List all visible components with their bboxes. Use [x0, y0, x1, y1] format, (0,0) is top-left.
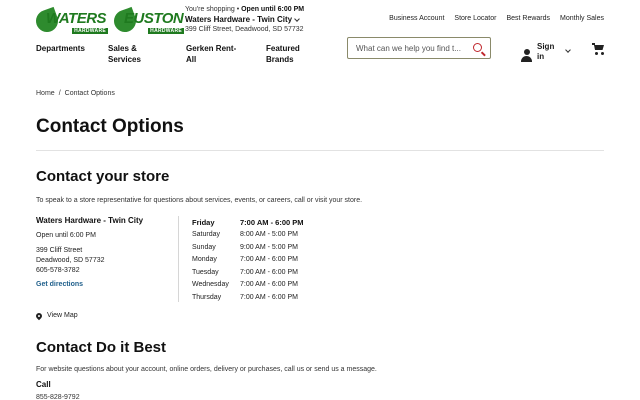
- store-name: Waters Hardware - Twin City: [185, 15, 293, 24]
- hours-time: 7:00 AM - 6:00 PM: [240, 281, 298, 289]
- hours-row: Wednesday 7:00 AM - 6:00 PM: [192, 279, 304, 292]
- logo-sub: HARDWARE: [72, 28, 108, 34]
- hours-day: Tuesday: [192, 268, 219, 276]
- sign-in-line2: in: [537, 52, 545, 61]
- breadcrumb: Home / Contact Options: [36, 90, 115, 97]
- logo-group[interactable]: WATERS HARDWARE EUSTON HARDWARE: [32, 6, 184, 36]
- dib-phone[interactable]: 855-828-9792: [36, 394, 80, 400]
- hours-row: Saturday 8:00 AM - 5:00 PM: [192, 229, 304, 242]
- contact-dib-intro: For website questions about your account…: [36, 366, 377, 373]
- contact-dib-heading: Contact Do it Best: [36, 339, 167, 356]
- hours-row: Sunday 9:00 AM - 5:00 PM: [192, 241, 304, 254]
- store-hours: Friday 7:00 AM - 6:00 PM Saturday 8:00 A…: [192, 216, 304, 304]
- hours-row: Thursday 7:00 AM - 6:00 PM: [192, 291, 304, 304]
- open-label: Open until 6:00 PM: [241, 6, 305, 13]
- nav-label: All: [186, 55, 197, 64]
- hours-day: Friday: [192, 217, 215, 227]
- search-box: [347, 37, 491, 59]
- page-title: Contact Options: [36, 116, 184, 137]
- hours-time: 9:00 AM - 5:00 PM: [240, 243, 298, 251]
- best-rewards-link[interactable]: Best Rewards: [506, 15, 550, 22]
- nav-label: Departments: [36, 44, 85, 53]
- breadcrumb-separator: /: [58, 90, 61, 97]
- hours-row: Monday 7:00 AM - 6:00 PM: [192, 254, 304, 267]
- main-nav: Departments Sales & Services Gerken Rent…: [36, 43, 336, 65]
- hours-table: Friday 7:00 AM - 6:00 PM Saturday 8:00 A…: [192, 216, 304, 304]
- hours-day: Monday: [192, 256, 217, 264]
- search-icon[interactable]: [473, 43, 482, 52]
- store-name-row[interactable]: Waters Hardware - Twin City: [185, 15, 304, 25]
- logo-sub: HARDWARE: [148, 28, 184, 34]
- hours-time: 7:00 AM - 6:00 PM: [240, 268, 298, 276]
- open-status: Open until 6:00 PM: [36, 232, 96, 239]
- logo-word: WATERS: [46, 10, 107, 27]
- store-selector[interactable]: You're shopping • Open until 6:00 PM Wat…: [185, 5, 304, 35]
- view-map-link[interactable]: View Map: [34, 311, 78, 320]
- sign-in-line1: Sign: [537, 42, 555, 51]
- store-address: 399 Cliff Street, Deadwood, SD 57732: [185, 26, 304, 33]
- contact-store-intro: To speak to a store representative for q…: [36, 197, 363, 204]
- hours-time: 8:00 AM - 5:00 PM: [240, 231, 298, 239]
- hours-day: Saturday: [192, 231, 221, 239]
- chevron-down-icon[interactable]: [294, 16, 300, 22]
- hours-time: 7:00 AM - 6:00 PM: [240, 256, 298, 264]
- nav-label: Featured: [266, 44, 300, 53]
- nav-featured-brands[interactable]: Featured Brands: [266, 43, 336, 65]
- shopping-label: You're shopping: [185, 6, 235, 13]
- chevron-down-icon[interactable]: [565, 47, 572, 53]
- nav-gerken-rent-all[interactable]: Gerken Rent- All: [186, 43, 266, 65]
- euston-hardware-logo[interactable]: EUSTON HARDWARE: [110, 6, 184, 36]
- map-pin-icon: [34, 311, 44, 320]
- hours-row-today: Friday 7:00 AM - 6:00 PM: [192, 216, 304, 229]
- store-name: Waters Hardware - Twin City: [36, 216, 144, 225]
- nav-departments[interactable]: Departments: [36, 43, 108, 65]
- store-street: 399 Cliff Street: [36, 247, 83, 254]
- nav-label: Sales &: [108, 44, 137, 53]
- sign-in-label: Sign in: [537, 42, 554, 62]
- store-status-row: You're shopping • Open until 6:00 PM: [185, 5, 304, 15]
- breadcrumb-home[interactable]: Home: [36, 90, 55, 97]
- hours-divider: [178, 216, 179, 302]
- utility-links: Business Account Store Locator Best Rewa…: [389, 15, 604, 22]
- store-locator-link[interactable]: Store Locator: [454, 15, 496, 22]
- hours-row: Tuesday 7:00 AM - 6:00 PM: [192, 266, 304, 279]
- cart-icon[interactable]: [592, 43, 604, 55]
- hours-time: 7:00 AM - 6:00 PM: [240, 217, 304, 227]
- logo-word: EUSTON: [124, 10, 184, 27]
- business-account-link[interactable]: Business Account: [389, 15, 444, 22]
- call-label: Call: [36, 380, 51, 389]
- store-details: Waters Hardware - Twin City Open until 6…: [36, 216, 143, 290]
- user-icon: [520, 48, 533, 62]
- nav-label: Services: [108, 55, 141, 64]
- store-phone[interactable]: 605-578-3782: [36, 266, 143, 276]
- hours-day: Wednesday: [192, 281, 229, 289]
- nav-label: Gerken Rent-: [186, 44, 237, 53]
- view-map-label: View Map: [47, 312, 78, 319]
- hours-day: Sunday: [192, 243, 216, 251]
- divider: [36, 150, 604, 151]
- waters-hardware-logo[interactable]: WATERS HARDWARE: [32, 6, 108, 36]
- search-input[interactable]: [356, 43, 468, 53]
- get-directions-link[interactable]: Get directions: [36, 280, 143, 290]
- store-city: Deadwood, SD 57732: [36, 257, 105, 264]
- contact-store-heading: Contact your store: [36, 168, 170, 185]
- status-separator: •: [236, 6, 240, 13]
- sign-in-button[interactable]: Sign in: [520, 42, 572, 62]
- nav-label: Brands: [266, 55, 294, 64]
- hours-day: Thursday: [192, 293, 222, 301]
- hours-time: 7:00 AM - 6:00 PM: [240, 293, 298, 301]
- nav-sales-services[interactable]: Sales & Services: [108, 43, 186, 65]
- monthly-sales-link[interactable]: Monthly Sales: [560, 15, 604, 22]
- breadcrumb-current: Contact Options: [64, 90, 115, 97]
